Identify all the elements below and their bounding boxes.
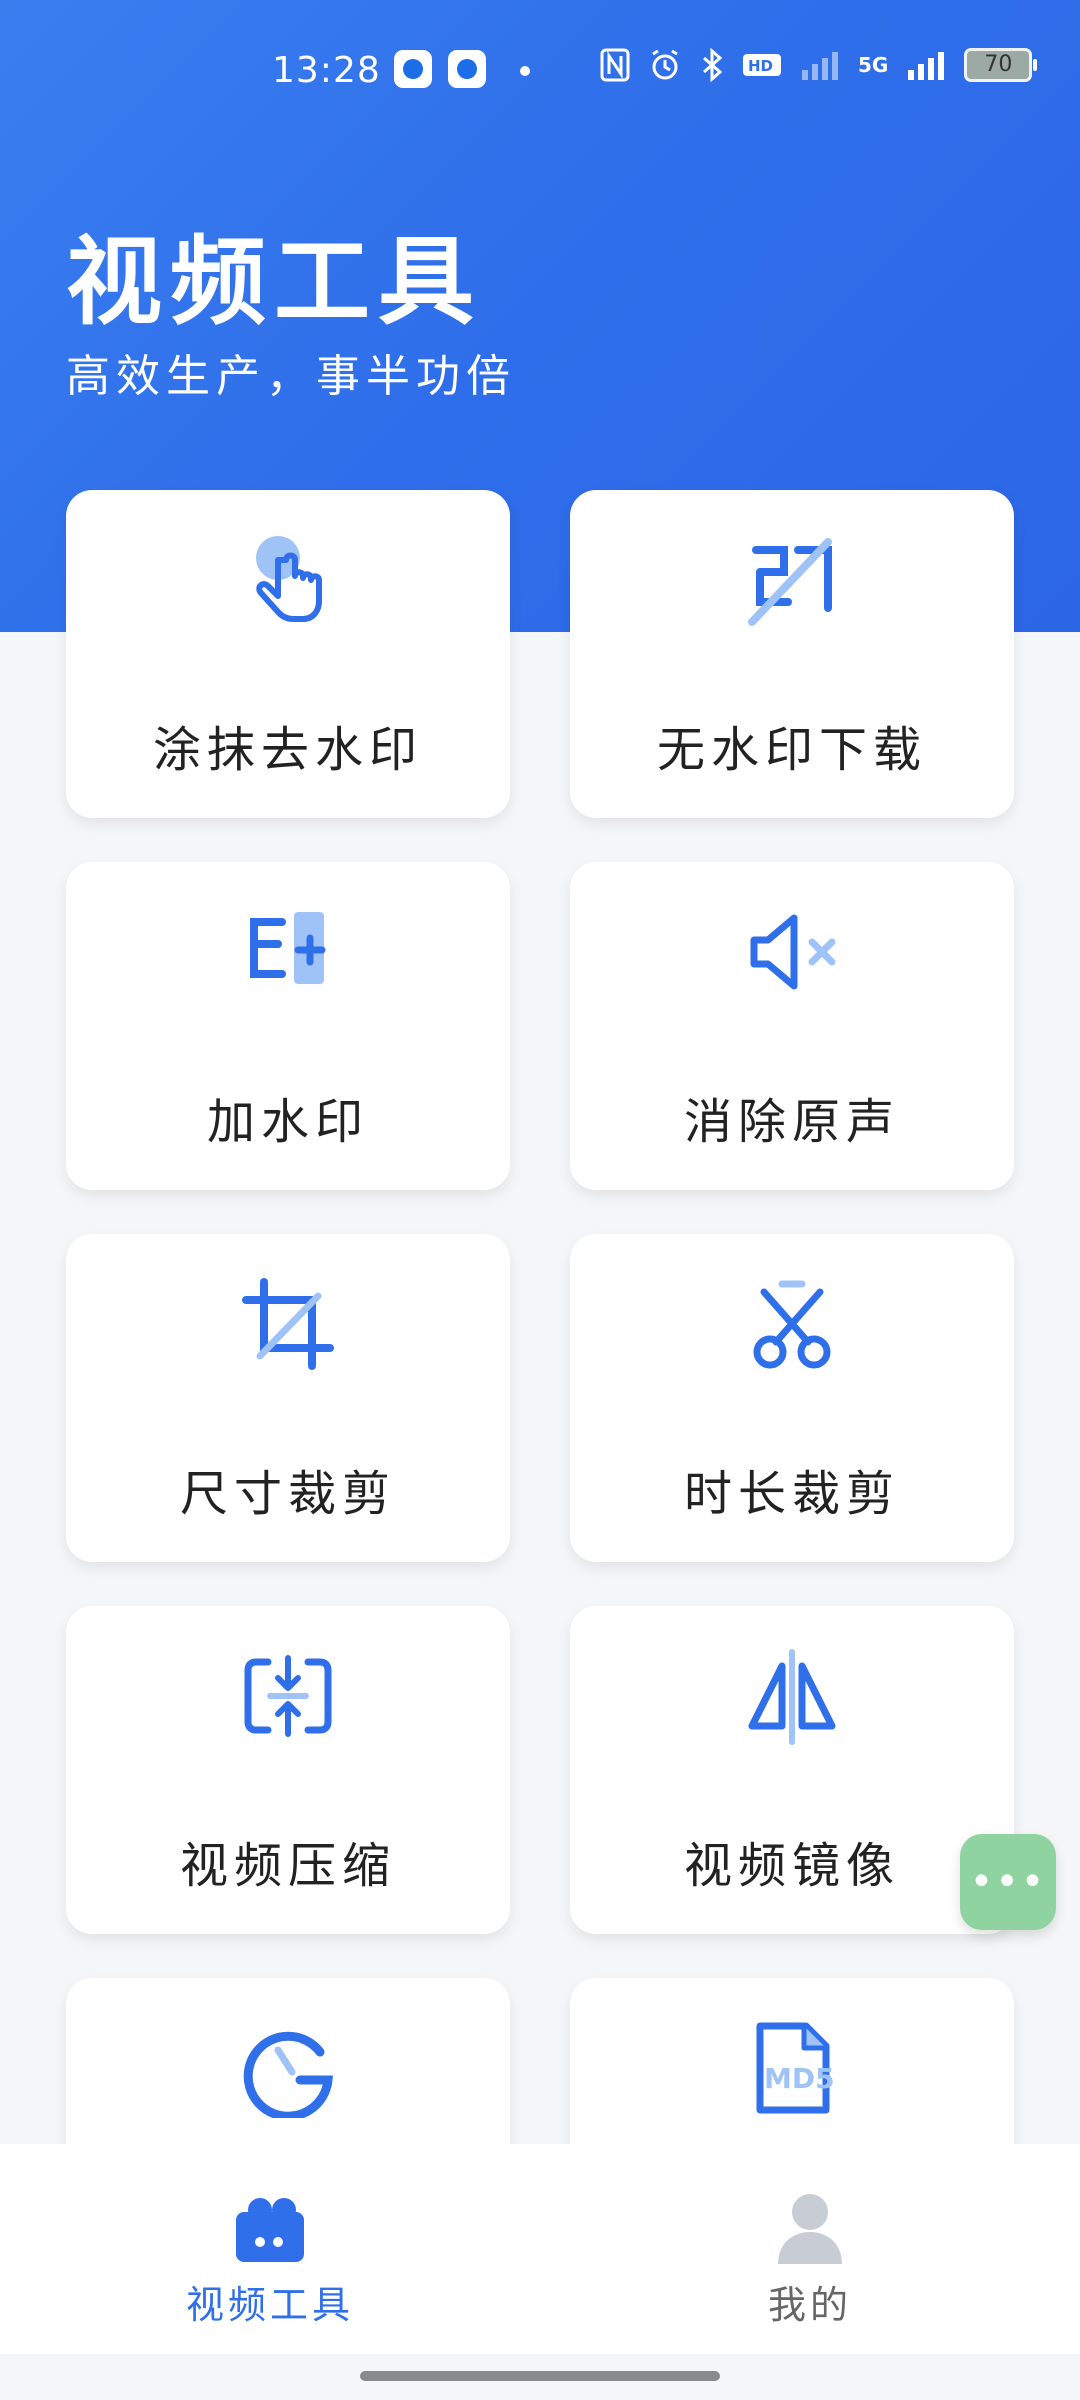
scissors-icon: [753, 1280, 831, 1369]
hd-voice-icon: HD: [743, 54, 781, 76]
page-subtitle: 高效生产，事半功倍: [66, 351, 516, 402]
page-title: 视频工具: [66, 225, 482, 338]
tool-card-duration-crop[interactable]: 时长裁剪: [570, 1234, 1014, 1562]
notification-dot-icon: [520, 66, 530, 76]
user-icon: [778, 2194, 842, 2264]
battery-level: 70: [984, 52, 1013, 77]
tool-label: 视频压缩: [179, 1838, 396, 1894]
nfc-icon: [600, 48, 630, 82]
tap-hand-icon: [256, 536, 322, 622]
tool-label: 无水印下载: [656, 722, 927, 778]
home-indicator[interactable]: [360, 2371, 720, 2381]
tool-card-smear-watermark[interactable]: 涂抹去水印: [66, 490, 510, 818]
crop-icon: [242, 1278, 334, 1370]
more-dots-icon: •••: [969, 1859, 1047, 1905]
tool-label: 尺寸裁剪: [179, 1466, 396, 1522]
network-type: 5G: [858, 53, 889, 77]
nav-item-video-tools[interactable]: 视频工具: [0, 2144, 540, 2354]
speed-gauge-icon: [243, 2031, 333, 2118]
status-time: 13:28: [272, 50, 381, 91]
video-camera-icon: [236, 2198, 304, 2262]
signal-icon: [908, 52, 945, 80]
bottom-navigation: 视频工具 我的: [0, 2144, 1080, 2354]
nav-label: 我的: [767, 2283, 852, 2327]
mute-icon: [750, 914, 836, 990]
tool-label: 时长裁剪: [683, 1466, 900, 1522]
nav-item-mine[interactable]: 我的: [540, 2144, 1080, 2354]
md5-text: MD5: [764, 2062, 835, 2095]
tool-card-size-crop[interactable]: 尺寸裁剪: [66, 1234, 510, 1562]
tool-card-no-watermark-download[interactable]: 无水印下载: [570, 490, 1014, 818]
floating-more-button[interactable]: •••: [960, 1834, 1056, 1930]
tool-card-add-watermark[interactable]: 加水印: [66, 862, 510, 1190]
app-notification-icon: [448, 50, 486, 88]
no-watermark-icon: [748, 538, 832, 626]
svg-text:HD: HD: [748, 57, 773, 75]
alarm-icon: [652, 49, 678, 80]
mirror-icon: [748, 1649, 836, 1745]
tool-label: 视频镜像: [683, 1838, 900, 1894]
md5-file-icon: MD5: [756, 2022, 835, 2114]
tool-label: 涂抹去水印: [152, 722, 423, 778]
add-watermark-icon: [250, 912, 326, 984]
battery-icon: 70: [964, 48, 1038, 82]
tool-card-video-mirror[interactable]: 视频镜像: [570, 1606, 1014, 1934]
tool-card-video-compress[interactable]: 视频压缩: [66, 1606, 510, 1934]
signal-icon: [802, 52, 838, 80]
nav-label: 视频工具: [185, 2283, 354, 2327]
app-notification-icon: [394, 50, 432, 88]
bluetooth-icon: [703, 48, 723, 82]
compress-icon: [244, 1655, 332, 1737]
tool-card-remove-audio[interactable]: 消除原声: [570, 862, 1014, 1190]
status-bar: 13:28 HD 5G 70: [0, 40, 1080, 104]
tool-label: 加水印: [206, 1094, 369, 1150]
tool-label: 消除原声: [683, 1094, 900, 1150]
